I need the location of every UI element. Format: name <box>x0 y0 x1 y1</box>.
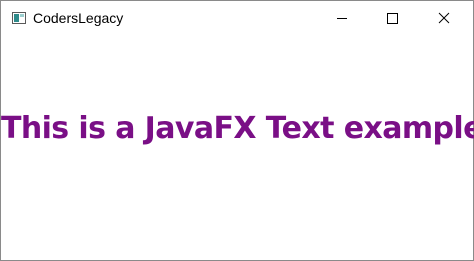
app-window: CodersLegacy This is a JavaFX Text examp… <box>0 0 474 261</box>
content-area: This is a JavaFX Text example <box>1 35 474 260</box>
minimize-button[interactable] <box>319 1 365 35</box>
app-window-icon <box>12 11 26 25</box>
javafx-text: This is a JavaFX Text example <box>1 111 474 146</box>
close-button[interactable] <box>421 1 467 35</box>
title-bar[interactable]: CodersLegacy <box>1 1 473 35</box>
window-title: CodersLegacy <box>33 10 124 26</box>
maximize-button[interactable] <box>369 1 415 35</box>
